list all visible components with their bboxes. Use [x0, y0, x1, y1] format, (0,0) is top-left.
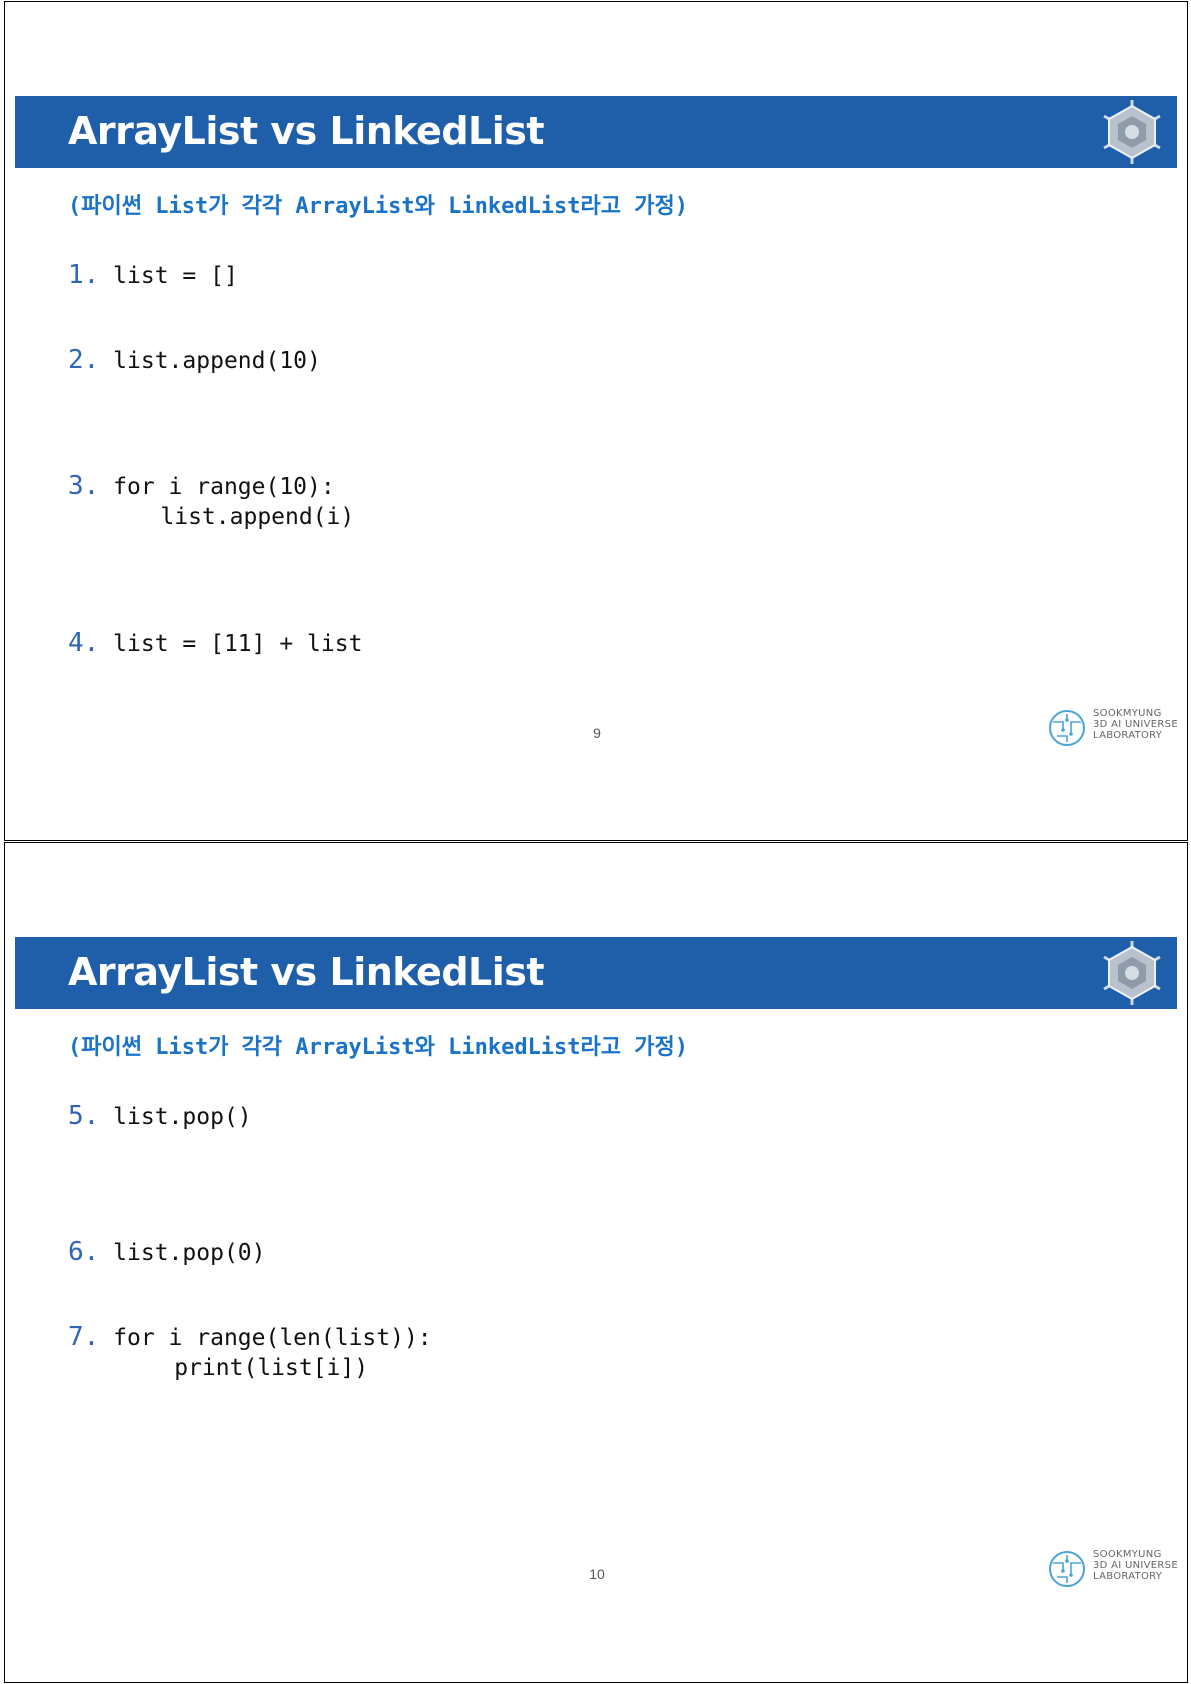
item-number: 7. [68, 1322, 100, 1352]
slide-title: ArrayList vs LinkedList [68, 109, 545, 153]
lab-name-line: SOOKMYUNG [1093, 1549, 1162, 1560]
page-number: 9 [593, 725, 601, 741]
subtitle: (파이썬 List가 각각 ArrayList와 LinkedList라고 가정… [68, 1035, 688, 1060]
list-item-continuation: list.append(i) [105, 501, 354, 534]
page-number: 10 [589, 1566, 605, 1582]
code-line: for i range(len(list)): [113, 1325, 432, 1351]
item-number: 2. [68, 345, 100, 375]
list-item: 2. list.append(10) [68, 344, 321, 378]
circuit-globe-icon [1049, 1551, 1085, 1587]
lab-logo: SOOKMYUNG 3D AI UNIVERSE LABORATORY [1047, 706, 1178, 748]
code-line: list = [11] + list [113, 631, 363, 657]
list-item: 6. list.pop(0) [68, 1236, 266, 1270]
slide-title: ArrayList vs LinkedList [68, 950, 545, 994]
list-item: 7. for i range(len(list)): [68, 1321, 432, 1355]
item-number: 5. [68, 1101, 100, 1131]
list-item: 5. list.pop() [68, 1100, 252, 1134]
lab-logo: SOOKMYUNG 3D AI UNIVERSE LABORATORY [1047, 1547, 1178, 1589]
list-item: 1. list = [] [68, 259, 238, 293]
title-banner: ArrayList vs LinkedList [15, 96, 1177, 168]
list-item: 3. for i range(10): [68, 470, 335, 504]
lab-name-line: 3D AI UNIVERSE [1093, 1560, 1178, 1571]
title-banner: ArrayList vs LinkedList [15, 937, 1177, 1009]
snowflake-emblem-icon [1103, 100, 1161, 164]
item-number: 3. [68, 471, 100, 501]
circuit-globe-icon [1049, 710, 1085, 746]
slide-10: ArrayList vs LinkedList (파이썬 List가 각각 Ar… [4, 842, 1188, 1683]
lab-name-line: LABORATORY [1093, 1571, 1163, 1582]
list-item: 4. list = [11] + list [68, 627, 362, 661]
lab-name: SOOKMYUNG 3D AI UNIVERSE LABORATORY [1093, 1549, 1178, 1582]
code-line: list.append(i) [105, 504, 355, 530]
snowflake-emblem-icon [1103, 941, 1161, 1005]
code-line: list = [] [113, 263, 238, 289]
code-line: for i range(10): [113, 474, 335, 500]
code-line: print(list[i]) [105, 1355, 369, 1381]
list-item-continuation: print(list[i]) [105, 1352, 368, 1385]
lab-name-line: LABORATORY [1093, 730, 1163, 741]
lab-name: SOOKMYUNG 3D AI UNIVERSE LABORATORY [1093, 708, 1178, 741]
subtitle: (파이썬 List가 각각 ArrayList와 LinkedList라고 가정… [68, 194, 688, 219]
code-line: list.append(10) [113, 348, 321, 374]
item-number: 6. [68, 1237, 100, 1267]
lab-name-line: 3D AI UNIVERSE [1093, 719, 1178, 730]
lab-name-line: SOOKMYUNG [1093, 708, 1162, 719]
item-number: 1. [68, 260, 100, 290]
item-number: 4. [68, 628, 100, 658]
code-line: list.pop(0) [113, 1240, 266, 1266]
code-line: list.pop() [113, 1104, 252, 1130]
slide-9: ArrayList vs LinkedList (파이썬 List가 각각 Ar… [4, 1, 1188, 841]
